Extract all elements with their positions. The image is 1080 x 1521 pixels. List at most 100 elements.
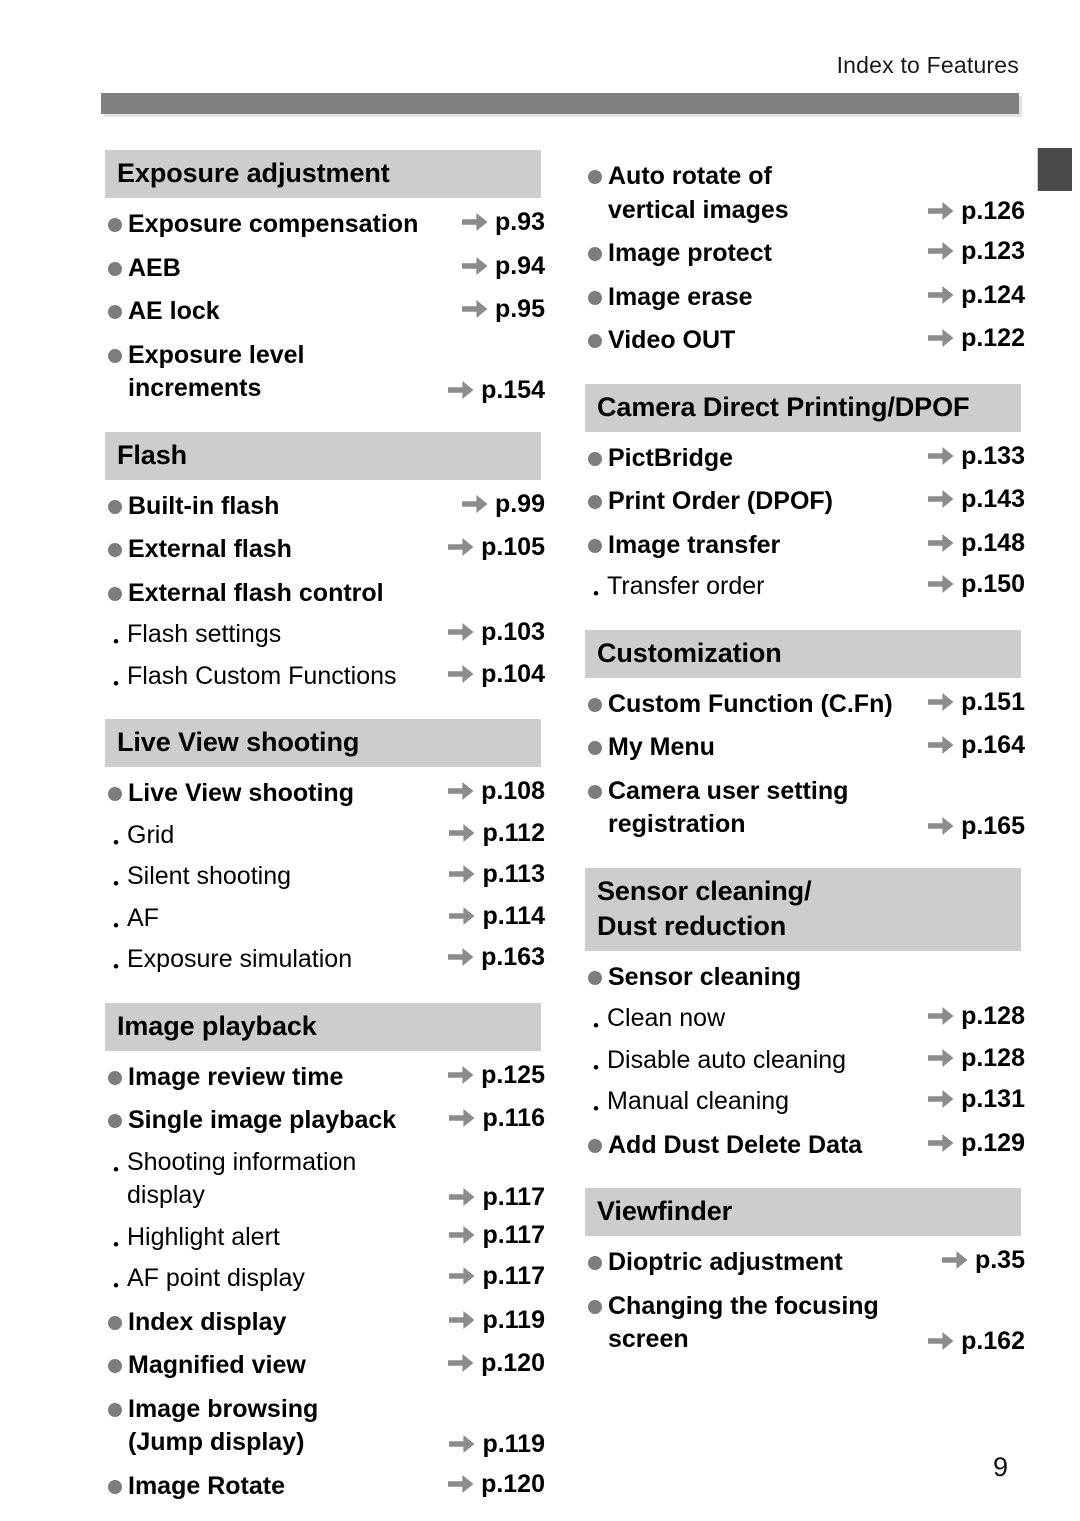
page-reference[interactable]: p.116 — [433, 1103, 545, 1133]
page-reference[interactable]: p.128 — [913, 1043, 1025, 1073]
index-entry[interactable]: Silent shooting p.113 — [105, 859, 545, 894]
page-reference[interactable] — [913, 960, 1025, 961]
entry-label: Image Rotate — [128, 1471, 285, 1500]
index-entry[interactable]: Shooting informationdisplay p.117 — [105, 1145, 545, 1213]
index-entry[interactable]: Grid p.112 — [105, 818, 545, 853]
page-reference[interactable]: p.151 — [913, 687, 1025, 717]
arrow-right-icon — [928, 1088, 954, 1110]
index-entry[interactable]: Print Order (DPOF) p.143 — [585, 484, 1025, 519]
index-entry[interactable]: Disable auto cleaning p.128 — [585, 1043, 1025, 1078]
page-reference[interactable]: p.104 — [433, 659, 545, 689]
index-entry[interactable]: Dioptric adjustment p.35 — [585, 1245, 1025, 1280]
entry-label: Dioptric adjustment — [608, 1248, 843, 1277]
index-entry[interactable]: Clean now p.128 — [585, 1001, 1025, 1036]
index-entry[interactable]: External flash p.105 — [105, 532, 545, 567]
arrow-right-icon — [928, 240, 954, 262]
index-entry[interactable]: Exposure level increments p.154 — [105, 338, 545, 406]
index-entry[interactable]: Changing the focusing screen p.162 — [585, 1289, 1025, 1357]
index-entry[interactable]: My Menu p.164 — [585, 730, 1025, 765]
page-number-ref: p.117 — [482, 1220, 545, 1249]
header-rule — [101, 93, 1019, 114]
index-entry[interactable]: Highlight alert p.117 — [105, 1220, 545, 1255]
page-reference[interactable]: p.131 — [913, 1084, 1025, 1114]
index-entry[interactable]: Image browsing (Jump display) p.119 — [105, 1392, 545, 1460]
entry-label: Add Dust Delete Data — [608, 1130, 863, 1159]
page-number-ref: p.117 — [482, 1182, 545, 1211]
index-entry[interactable]: Index display p.119 — [105, 1305, 545, 1340]
page-reference[interactable]: p.35 — [913, 1245, 1025, 1275]
page-reference[interactable] — [433, 576, 545, 577]
index-entry[interactable]: Single image playback p.116 — [105, 1103, 545, 1138]
page-reference[interactable]: p.143 — [913, 484, 1025, 514]
page-reference[interactable]: p.99 — [433, 489, 545, 519]
index-entry[interactable]: AEB p.94 — [105, 251, 545, 286]
page-reference[interactable]: p.95 — [433, 294, 545, 324]
index-entry[interactable]: Image Rotate p.120 — [105, 1469, 545, 1504]
sub-bullet-icon — [105, 867, 127, 893]
page-reference[interactable]: p.114 — [433, 901, 545, 931]
page-reference[interactable]: p.108 — [433, 776, 545, 806]
index-entry[interactable]: Custom Function (C.Fn) p.151 — [585, 687, 1025, 722]
page-reference[interactable]: p.126 — [913, 196, 1025, 227]
page-reference[interactable]: p.133 — [913, 441, 1025, 471]
index-entry[interactable]: AF p.114 — [105, 901, 545, 936]
index-entry[interactable]: Image erase p.124 — [585, 280, 1025, 315]
page-reference[interactable]: p.150 — [913, 569, 1025, 599]
page-reference[interactable]: p.163 — [433, 942, 545, 972]
page-reference[interactable]: p.123 — [913, 236, 1025, 266]
index-entry[interactable]: Image protect p.123 — [585, 236, 1025, 271]
arrow-right-icon — [448, 536, 474, 558]
index-entry[interactable]: Exposure compensation p.93 — [105, 207, 545, 242]
index-entry[interactable]: Live View shooting p.108 — [105, 776, 545, 811]
page-reference[interactable]: p.148 — [913, 528, 1025, 558]
page-number-ref: p.165 — [961, 811, 1025, 840]
index-entry[interactable]: AF point display p.117 — [105, 1261, 545, 1296]
index-entry[interactable]: Manual cleaning p.131 — [585, 1084, 1025, 1119]
index-entry[interactable]: Auto rotate of vertical images p.126 — [585, 159, 1025, 227]
page-reference[interactable]: p.162 — [913, 1326, 1025, 1357]
page-number-ref: p.119 — [482, 1429, 545, 1458]
page-reference[interactable]: p.164 — [913, 730, 1025, 760]
page-reference[interactable]: p.125 — [433, 1060, 545, 1090]
index-entry[interactable]: External flash control — [105, 576, 545, 611]
page-reference[interactable]: p.119 — [433, 1429, 545, 1460]
bullet-icon — [108, 261, 122, 276]
page-reference[interactable]: p.165 — [913, 811, 1025, 842]
page-reference[interactable]: p.117 — [433, 1261, 545, 1291]
page-reference[interactable]: p.154 — [433, 375, 545, 406]
index-entry[interactable]: Transfer order p.150 — [585, 569, 1025, 604]
index-entry[interactable]: Sensor cleaning — [585, 960, 1025, 995]
index-entry[interactable]: PictBridge p.133 — [585, 441, 1025, 476]
index-entry[interactable]: Camera user setting registration p.165 — [585, 774, 1025, 842]
page-reference[interactable]: p.129 — [913, 1128, 1025, 1158]
index-entry[interactable]: Image review time p.125 — [105, 1060, 545, 1095]
page-reference[interactable]: p.103 — [433, 617, 545, 647]
entry-label: Image transfer — [608, 530, 781, 559]
index-entry[interactable]: Image transfer p.148 — [585, 528, 1025, 563]
page-reference[interactable]: p.120 — [433, 1469, 545, 1499]
page-reference[interactable]: p.119 — [433, 1305, 545, 1335]
page-number-ref: p.148 — [961, 528, 1025, 557]
index-entry[interactable]: AE lock p.95 — [105, 294, 545, 329]
index-entry[interactable]: Magnified view p.120 — [105, 1348, 545, 1383]
index-entry[interactable]: Flash Custom Functions p.104 — [105, 659, 545, 694]
page-reference[interactable]: p.128 — [913, 1001, 1025, 1031]
page-reference[interactable]: p.124 — [913, 280, 1025, 310]
entry-list: Image review time p.125 Single image playb… — [105, 1060, 545, 1504]
page-reference[interactable]: p.93 — [433, 207, 545, 237]
index-entry[interactable]: Exposure simulation p.163 — [105, 942, 545, 977]
page-reference[interactable]: p.113 — [433, 859, 545, 889]
index-entry[interactable]: Add Dust Delete Data p.129 — [585, 1128, 1025, 1163]
index-entry[interactable]: Video OUT p.122 — [585, 323, 1025, 358]
index-entry[interactable]: Built-in flash p.99 — [105, 489, 545, 524]
index-entry[interactable]: Flash settings p.103 — [105, 617, 545, 652]
page-reference[interactable]: p.120 — [433, 1348, 545, 1378]
page-reference[interactable]: p.94 — [433, 251, 545, 281]
page-reference[interactable]: p.117 — [433, 1220, 545, 1250]
page-reference[interactable]: p.105 — [433, 532, 545, 562]
page-reference[interactable]: p.122 — [913, 323, 1025, 353]
arrow-right-icon — [928, 327, 954, 349]
page-reference[interactable]: p.112 — [433, 818, 545, 848]
sub-bullet-icon — [105, 909, 127, 935]
page-reference[interactable]: p.117 — [433, 1182, 545, 1213]
